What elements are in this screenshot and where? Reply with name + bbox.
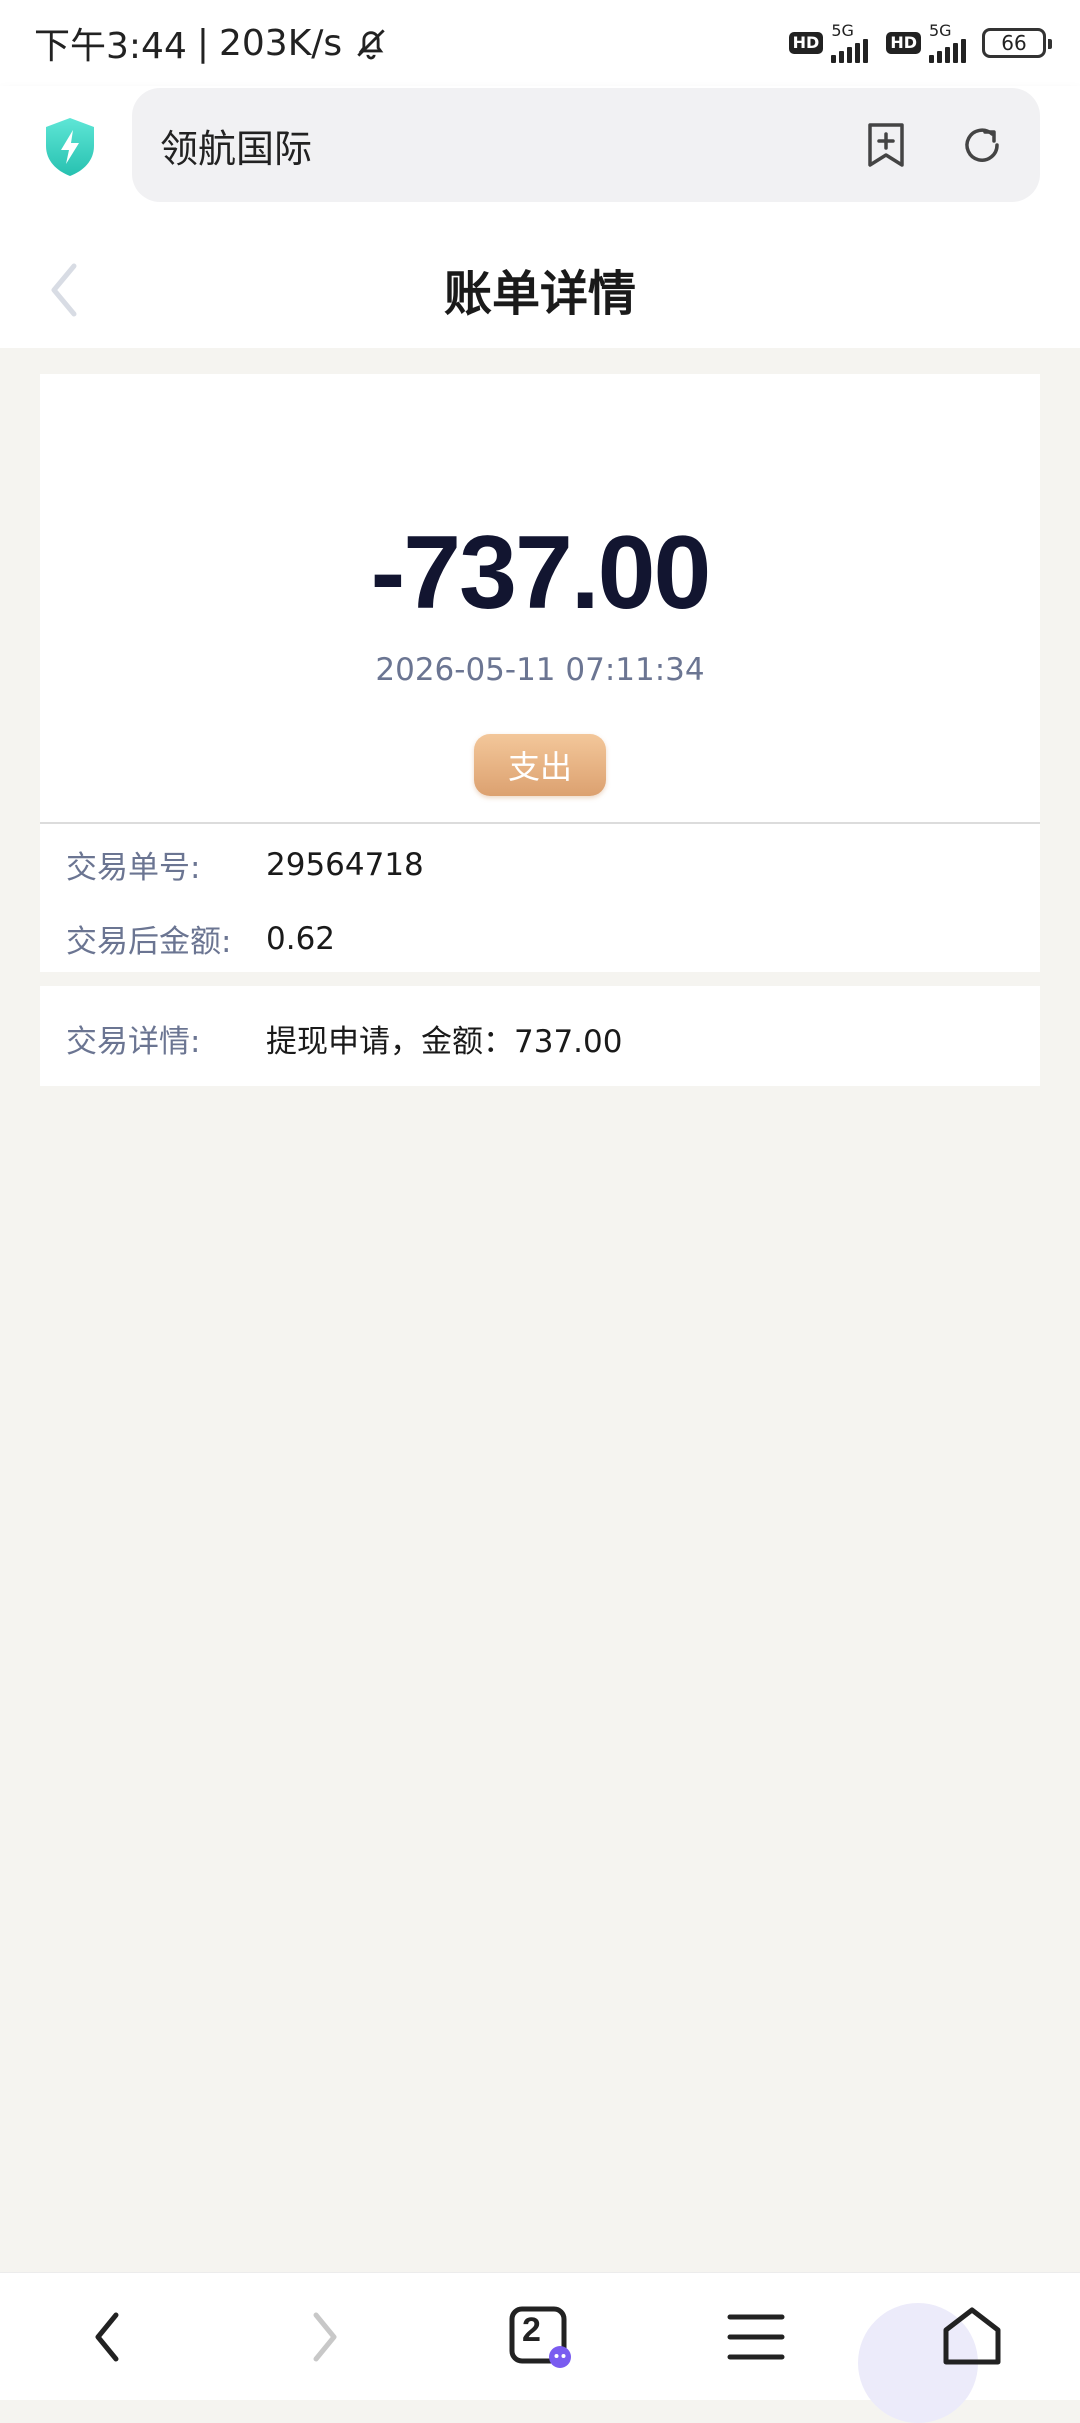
transaction-type-badge: 支出 xyxy=(474,734,606,796)
bookmark-add-icon[interactable] xyxy=(856,115,916,175)
hd-badge-1: HD xyxy=(788,32,824,54)
bottom-nav: 2 xyxy=(0,2272,1080,2423)
signal-icon xyxy=(831,39,869,63)
network-speed: 203K/s xyxy=(218,22,343,64)
page-header: 账单详情 xyxy=(0,230,1080,348)
info-row-order-number: 交易单号: 29564718 xyxy=(66,842,424,887)
shield-icon[interactable] xyxy=(42,116,98,178)
detail-label: 交易详情: xyxy=(66,1024,201,1060)
amount-card: -737.00 2026-05-11 07:11:34 支出 xyxy=(40,374,1040,822)
sim1-network-label: 5G xyxy=(831,21,854,40)
status-right: HD 5G HD 5G 66 xyxy=(788,21,1052,63)
status-left: 下午3:44 | 203K/s xyxy=(34,17,390,69)
info-label: 交易后金额: xyxy=(66,924,232,960)
site-title[interactable]: 领航国际 xyxy=(160,118,820,173)
info-label: 交易单号: xyxy=(66,850,201,886)
bell-muted-icon xyxy=(357,29,385,60)
detail-row: 交易详情: 提现申请，金额：737.00 xyxy=(66,1016,622,1061)
home-icon[interactable] xyxy=(936,2301,1008,2373)
hd-badge-2: HD xyxy=(886,32,921,54)
signal-sim2: 5G xyxy=(929,23,966,63)
status-time: 下午3:44 xyxy=(34,26,187,67)
forward-icon[interactable] xyxy=(288,2301,360,2373)
battery-icon: 66 xyxy=(982,28,1052,58)
tab-count: 2 xyxy=(522,2311,541,2349)
signal-icon xyxy=(929,39,966,63)
sim2-network-label: 5G xyxy=(929,21,952,40)
info-value: 29564718 xyxy=(266,846,424,883)
info-card: 交易单号: 29564718 交易后金额: 0.62 xyxy=(40,824,1040,972)
detail-value: 提现申请，金额：737.00 xyxy=(266,1024,623,1060)
browser-bar: 领航国际 xyxy=(0,86,1080,230)
battery-level: 66 xyxy=(1001,31,1027,55)
signal-sim1: 5G xyxy=(831,21,869,63)
detail-card: 交易详情: 提现申请，金额：737.00 xyxy=(40,986,1040,1086)
page-title: 账单详情 xyxy=(443,266,636,322)
info-row-balance-after: 交易后金额: 0.62 xyxy=(66,916,335,961)
refresh-icon[interactable] xyxy=(952,115,1012,175)
menu-icon[interactable] xyxy=(720,2301,792,2373)
status-bar: 下午3:44 | 203K/s HD 5G HD 5G 66 xyxy=(0,0,1080,86)
chevron-left-icon[interactable] xyxy=(44,260,84,320)
info-value: 0.62 xyxy=(266,920,336,957)
transaction-datetime: 2026-05-11 07:11:34 xyxy=(375,652,705,688)
transaction-amount: -737.00 xyxy=(370,515,712,631)
status-separator: | xyxy=(196,22,209,64)
tabs-icon[interactable]: 2 xyxy=(504,2301,576,2373)
address-bar[interactable]: 领航国际 xyxy=(132,88,1040,202)
back-icon[interactable] xyxy=(72,2301,144,2373)
